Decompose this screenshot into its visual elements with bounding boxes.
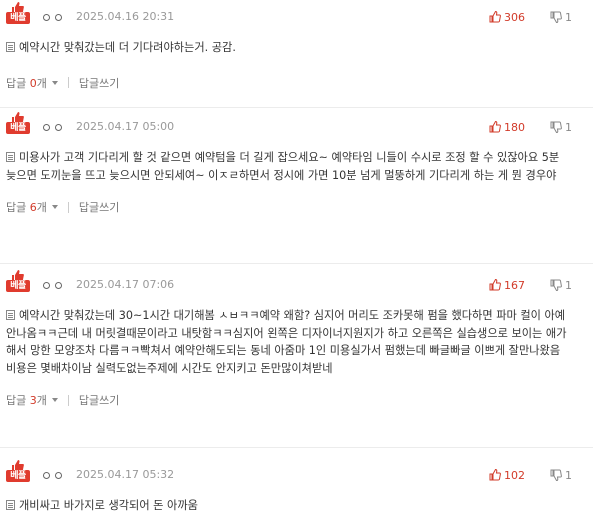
comment-content: 예약시간 맞춰갔는데 30~1시간 대기해봄 ㅅㅂㅋㅋ예약 왜함? 심지어 머리… (6, 309, 567, 375)
vote-group: 102 1 (489, 468, 575, 482)
comment-content: 개비싸고 바가지로 생각되어 돈 아까움 (19, 499, 198, 512)
upvote-count: 167 (504, 278, 525, 292)
comment-date: 2025.04.17 05:32 (76, 468, 175, 481)
chevron-down-icon[interactable] (51, 205, 58, 209)
upvote-icon[interactable] (489, 279, 501, 291)
level-dot-icon (43, 123, 50, 131)
reply-toggle[interactable]: 답글 3개 (6, 392, 47, 408)
level-dots (43, 120, 62, 134)
comment-date: 2025.04.17 07:06 (76, 278, 175, 291)
upvote-icon[interactable] (489, 121, 501, 133)
write-reply-link[interactable]: 답글쓰기 (79, 199, 119, 215)
upvote-count: 306 (504, 10, 525, 24)
comment-item: 베플 2025.04.16 20:31 306 1 예약시간 맞춰갔는데 더 기… (0, 2, 593, 108)
best-badge: 베플 (6, 122, 30, 134)
divider (67, 394, 69, 406)
upvote-count: 102 (504, 468, 525, 482)
write-reply-link[interactable]: 답글쓰기 (79, 392, 119, 408)
level-dot-icon (43, 281, 50, 289)
document-icon (6, 500, 15, 510)
reply-count-suffix: 개 (36, 394, 47, 407)
level-dots (43, 468, 62, 482)
level-dot-icon (55, 13, 62, 21)
comment-footer: 답글 0개 답글쓰기 (6, 75, 585, 91)
level-dot-icon (43, 471, 50, 479)
reply-count: 6 (29, 201, 37, 214)
reply-count-suffix: 개 (36, 201, 47, 214)
chevron-down-icon[interactable] (51, 80, 58, 85)
level-dot-icon (55, 471, 62, 479)
divider (67, 201, 69, 213)
level-dot-icon (43, 13, 50, 21)
comment-footer: 답글 6개 답글쓰기 (6, 199, 585, 215)
downvote-icon[interactable] (550, 469, 562, 481)
best-badge-group: 베플 (6, 112, 32, 134)
comment-content: 미용사가 고객 기다리게 할 것 같으면 예약텀을 더 길게 잡으세요~ 예약타… (6, 151, 560, 182)
reply-toggle[interactable]: 답글 0개 (6, 75, 47, 91)
chevron-down-icon[interactable] (51, 398, 58, 402)
level-dots (43, 278, 62, 292)
level-dot-icon (55, 281, 62, 289)
document-icon (6, 310, 15, 320)
document-icon (6, 152, 15, 162)
best-badge-group: 베플 (6, 270, 32, 292)
best-badge: 베플 (6, 280, 30, 292)
comment-footer: 답글 3개 답글쓰기 (6, 392, 585, 408)
best-badge-group: 베플 (6, 2, 32, 24)
reply-count-suffix: 개 (36, 76, 47, 90)
comment-item: 베플 2025.04.17 07:06 167 1 예약시간 맞춰갔는데 30~… (0, 270, 593, 448)
level-dot-icon (55, 123, 62, 131)
downvote-count: 1 (565, 120, 572, 134)
comment-text: 예약시간 맞춰갔는데 더 기다려야하는거. 공감. (6, 39, 585, 57)
vote-group: 167 1 (489, 278, 575, 292)
upvote-icon[interactable] (489, 11, 501, 23)
downvote-icon[interactable] (550, 279, 562, 291)
best-badge: 베플 (6, 12, 30, 24)
reply-count: 0 (29, 76, 37, 90)
reply-toggle[interactable]: 답글 6개 (6, 199, 47, 215)
reply-label: 답글 (6, 394, 27, 407)
comment-date: 2025.04.17 05:00 (76, 120, 175, 133)
vote-group: 180 1 (489, 120, 575, 134)
best-badge: 베플 (6, 470, 30, 482)
comment-header: 베플 2025.04.17 05:32 102 1 (6, 460, 585, 482)
downvote-count: 1 (565, 468, 572, 482)
downvote-icon[interactable] (550, 11, 562, 23)
vote-group: 306 1 (489, 10, 575, 24)
comment-item: 베플 2025.04.17 05:00 180 1 미용사가 고객 기다리게 할… (0, 112, 593, 264)
reply-label: 답글 (6, 201, 27, 214)
comment-list: 베플 2025.04.16 20:31 306 1 예약시간 맞춰갔는데 더 기… (0, 2, 593, 518)
comment-text: 미용사가 고객 기다리게 할 것 같으면 예약텀을 더 길게 잡으세요~ 예약타… (6, 149, 585, 184)
upvote-icon[interactable] (489, 469, 501, 481)
downvote-count: 1 (565, 10, 572, 24)
best-badge-group: 베플 (6, 460, 32, 482)
level-dots (43, 10, 62, 24)
downvote-icon[interactable] (550, 121, 562, 133)
document-icon (6, 42, 15, 52)
comment-date: 2025.04.16 20:31 (76, 10, 175, 23)
comment-item: 베플 2025.04.17 05:32 102 1 개비싸고 바가지로 생각되어… (0, 460, 593, 518)
comment-header: 베플 2025.04.17 05:00 180 1 (6, 112, 585, 134)
comment-header: 베플 2025.04.16 20:31 306 1 (6, 2, 585, 24)
divider (67, 77, 69, 88)
reply-count: 3 (29, 394, 37, 407)
comment-text: 개비싸고 바가지로 생각되어 돈 아까움 (6, 497, 585, 515)
upvote-count: 180 (504, 120, 525, 134)
comment-content: 예약시간 맞춰갔는데 더 기다려야하는거. 공감. (19, 41, 236, 54)
comment-header: 베플 2025.04.17 07:06 167 1 (6, 270, 585, 292)
comment-text: 예약시간 맞춰갔는데 30~1시간 대기해봄 ㅅㅂㅋㅋ예약 왜함? 심지어 머리… (6, 307, 585, 377)
downvote-count: 1 (565, 278, 572, 292)
write-reply-link[interactable]: 답글쓰기 (79, 75, 119, 91)
reply-label: 답글 (6, 76, 27, 90)
